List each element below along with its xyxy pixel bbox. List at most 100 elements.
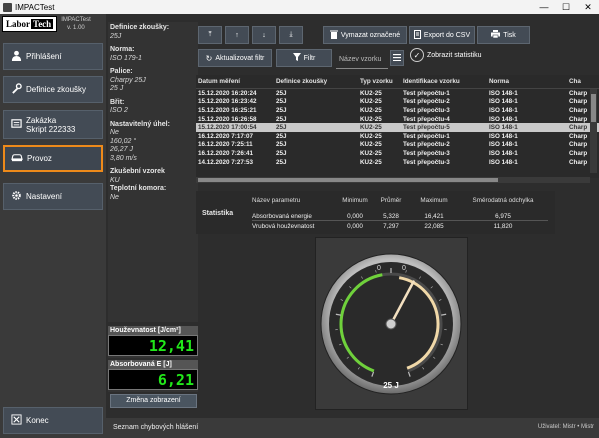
zmena-zobrazeni-button[interactable]: Změna zobrazení: [110, 394, 197, 408]
definice-value: 25J: [110, 32, 122, 40]
table-cell: 15.12.2020 16:25:21: [198, 106, 257, 114]
check-icon: ✓: [410, 48, 424, 62]
brit-value: ISO 2: [110, 107, 128, 114]
stats-cell: 11,820: [493, 223, 513, 230]
zobrazit-statistiku-toggle[interactable]: ✓ Zobrazit statistiku: [410, 48, 481, 62]
table-cell: 25J: [276, 98, 287, 106]
nav-konec[interactable]: Konec: [3, 407, 103, 434]
version-label: v. 1.00: [67, 25, 85, 31]
table-row[interactable]: 15.12.2020 16:23:42 25J KU2-25 Test přepočt…: [196, 98, 599, 107]
funnel-icon: [292, 53, 301, 63]
stats-row: Absorbovaná energie 0,000 5,328 16,421 6…: [252, 212, 548, 221]
folder-icon: [6, 118, 26, 132]
aktualizovat-filtr-button[interactable]: ↻ Aktualizovat filtr: [198, 49, 272, 67]
last-row-button[interactable]: ⤓: [279, 26, 303, 44]
document-icon: [413, 29, 421, 41]
table-row[interactable]: 15.12.2020 16:25:21 25J KU2-25 Test přepočt…: [196, 106, 599, 115]
tisk-label: Tisk: [503, 31, 516, 39]
nav-nastaveni[interactable]: Nastavení: [3, 183, 103, 210]
uhel-label: Nastavitelný úhel:: [110, 120, 170, 128]
col-definice[interactable]: Definice zkoušky: [274, 78, 358, 85]
wrench-icon: [6, 82, 26, 97]
table-cell: 25J: [276, 124, 287, 132]
down-arrow-icon: ↓: [262, 31, 266, 39]
maximize-button[interactable]: ☐: [555, 0, 577, 14]
table-cell: Test přepočtu-4: [403, 115, 450, 123]
app-icon: [3, 2, 12, 12]
palice-name: Charpy 25J: [110, 76, 146, 84]
nav-definice-zkousky[interactable]: Definice zkoušky: [3, 76, 103, 103]
table-cell: KU2-25: [360, 124, 382, 132]
table-header: Datum měření Definice zkoušky Typ vzorku…: [196, 75, 599, 89]
table-row[interactable]: 15.12.2020 16:20:24 25J KU2-25 Test přepočt…: [196, 89, 599, 98]
status-message[interactable]: Seznam chybových hlášení: [113, 424, 198, 431]
houzevnatost-value: 12,41: [108, 335, 198, 356]
export-label: Export do CSV: [423, 31, 471, 39]
table-cell: KU2-25: [360, 98, 382, 106]
energy-gauge: 0 0 25 J: [315, 237, 468, 410]
stats-row: Vrubová houževnatost 0,000 7,297 22,085 …: [252, 222, 548, 231]
col-datum[interactable]: Datum měření: [196, 78, 274, 85]
table-row[interactable]: 15.12.2020 17:00:54 25J KU2-25 Test přepočt…: [196, 123, 599, 132]
refresh-icon: ↻: [205, 53, 213, 63]
stats-col-prumer: Průměr: [380, 197, 402, 204]
statistiku-label: Zobrazit statistiku: [427, 51, 482, 59]
table-scrollbar-horizontal[interactable]: [196, 177, 590, 183]
table-cell: 15.12.2020 17:00:54: [198, 124, 257, 132]
sidebar: Labor Tech IMPACTest v. 1.00 Přihlášení De…: [0, 14, 106, 438]
table-cell: Test přepočtu-2: [403, 141, 450, 149]
gauge-hub: [385, 318, 397, 330]
col-norma[interactable]: Norma: [487, 78, 567, 85]
stats-col-minimum: Minimum: [342, 197, 368, 204]
col-identifikace[interactable]: Identifikace vzorku: [401, 78, 487, 85]
table-cell: 25J: [276, 106, 287, 114]
user-icon: [6, 50, 26, 64]
table-cell: KU2-25: [360, 132, 382, 140]
gauge-tick-label-left: 0: [377, 265, 381, 272]
col-cha[interactable]: Cha: [567, 78, 597, 85]
close-icon: [6, 413, 26, 428]
close-window-button[interactable]: ✕: [577, 0, 599, 14]
nazev-vzorku-input[interactable]: Název vzorku: [336, 51, 388, 69]
minimize-button[interactable]: —: [533, 0, 555, 14]
app-window: IMPACTest — ☐ ✕ Labor Tech IMPACTest v. 1.…: [0, 0, 599, 438]
table-row[interactable]: 16.12.2020 7:26:41 25J KU2-25 Test přepočtu…: [196, 149, 599, 158]
table-cell: 16.12.2020 7:26:41: [198, 149, 253, 157]
up-button[interactable]: ↑: [225, 26, 249, 44]
logo-area: Labor Tech IMPACTest v. 1.00: [2, 16, 104, 42]
down-button[interactable]: ↓: [252, 26, 276, 44]
vymazat-label: Vymazat označené: [340, 31, 401, 39]
export-csv-button[interactable]: Export do CSV: [409, 26, 475, 44]
table-scrollbar-vertical[interactable]: [590, 89, 597, 173]
scroll-thumb[interactable]: [198, 178, 498, 182]
vymazat-button[interactable]: Vymazat označené: [323, 26, 407, 44]
definice-label: Definice zkoušky:: [110, 24, 170, 31]
nav-zakazka[interactable]: Zakázka Skript 222333: [3, 110, 103, 139]
table-cell: KU2-25: [360, 89, 382, 97]
filtr-button[interactable]: Filtr: [276, 49, 332, 67]
col-typ[interactable]: Typ vzorku: [358, 78, 401, 85]
table-cell: 25J: [276, 149, 287, 157]
table-body: 15.12.2020 16:20:24 25J KU2-25 Test přepočt…: [196, 89, 599, 166]
stats-col-odchylka: Směrodatná odchylka: [472, 197, 534, 204]
filter-list-button[interactable]: [390, 50, 404, 66]
first-row-button[interactable]: ⤒: [198, 26, 222, 44]
table-row[interactable]: 14.12.2020 7:27:53 25J KU2-25 Test přepočtu…: [196, 158, 599, 167]
nav-provoz[interactable]: Provoz: [3, 145, 103, 172]
table-cell: 25J: [276, 115, 287, 123]
gauge-tick: [335, 313, 341, 316]
printer-icon: [491, 30, 501, 40]
nav-prihlaseni[interactable]: Přihlášení: [3, 43, 103, 70]
table-row[interactable]: 16.12.2020 7:17:07 25J KU2-25 Test přepočtu…: [196, 132, 599, 141]
vzorek-value: KU: [110, 176, 120, 184]
app-version: IMPACTest v. 1.00: [61, 16, 91, 32]
table-cell: 14.12.2020 7:27:53: [198, 158, 253, 166]
tisk-button[interactable]: Tisk: [477, 26, 530, 44]
nav-label: Definice zkoušky: [26, 85, 87, 94]
table-row[interactable]: 15.12.2020 16:26:58 25J KU2-25 Test přepočt…: [196, 115, 599, 124]
table-cell: ISO 148-1: [489, 141, 518, 149]
uhel-speed: 3,80 m/s: [110, 154, 137, 162]
teplota-label: Teplotní komora:: [110, 185, 167, 192]
scroll-thumb[interactable]: [591, 94, 596, 122]
table-row[interactable]: 16.12.2020 7:25:11 25J KU2-25 Test přepočtu…: [196, 141, 599, 150]
